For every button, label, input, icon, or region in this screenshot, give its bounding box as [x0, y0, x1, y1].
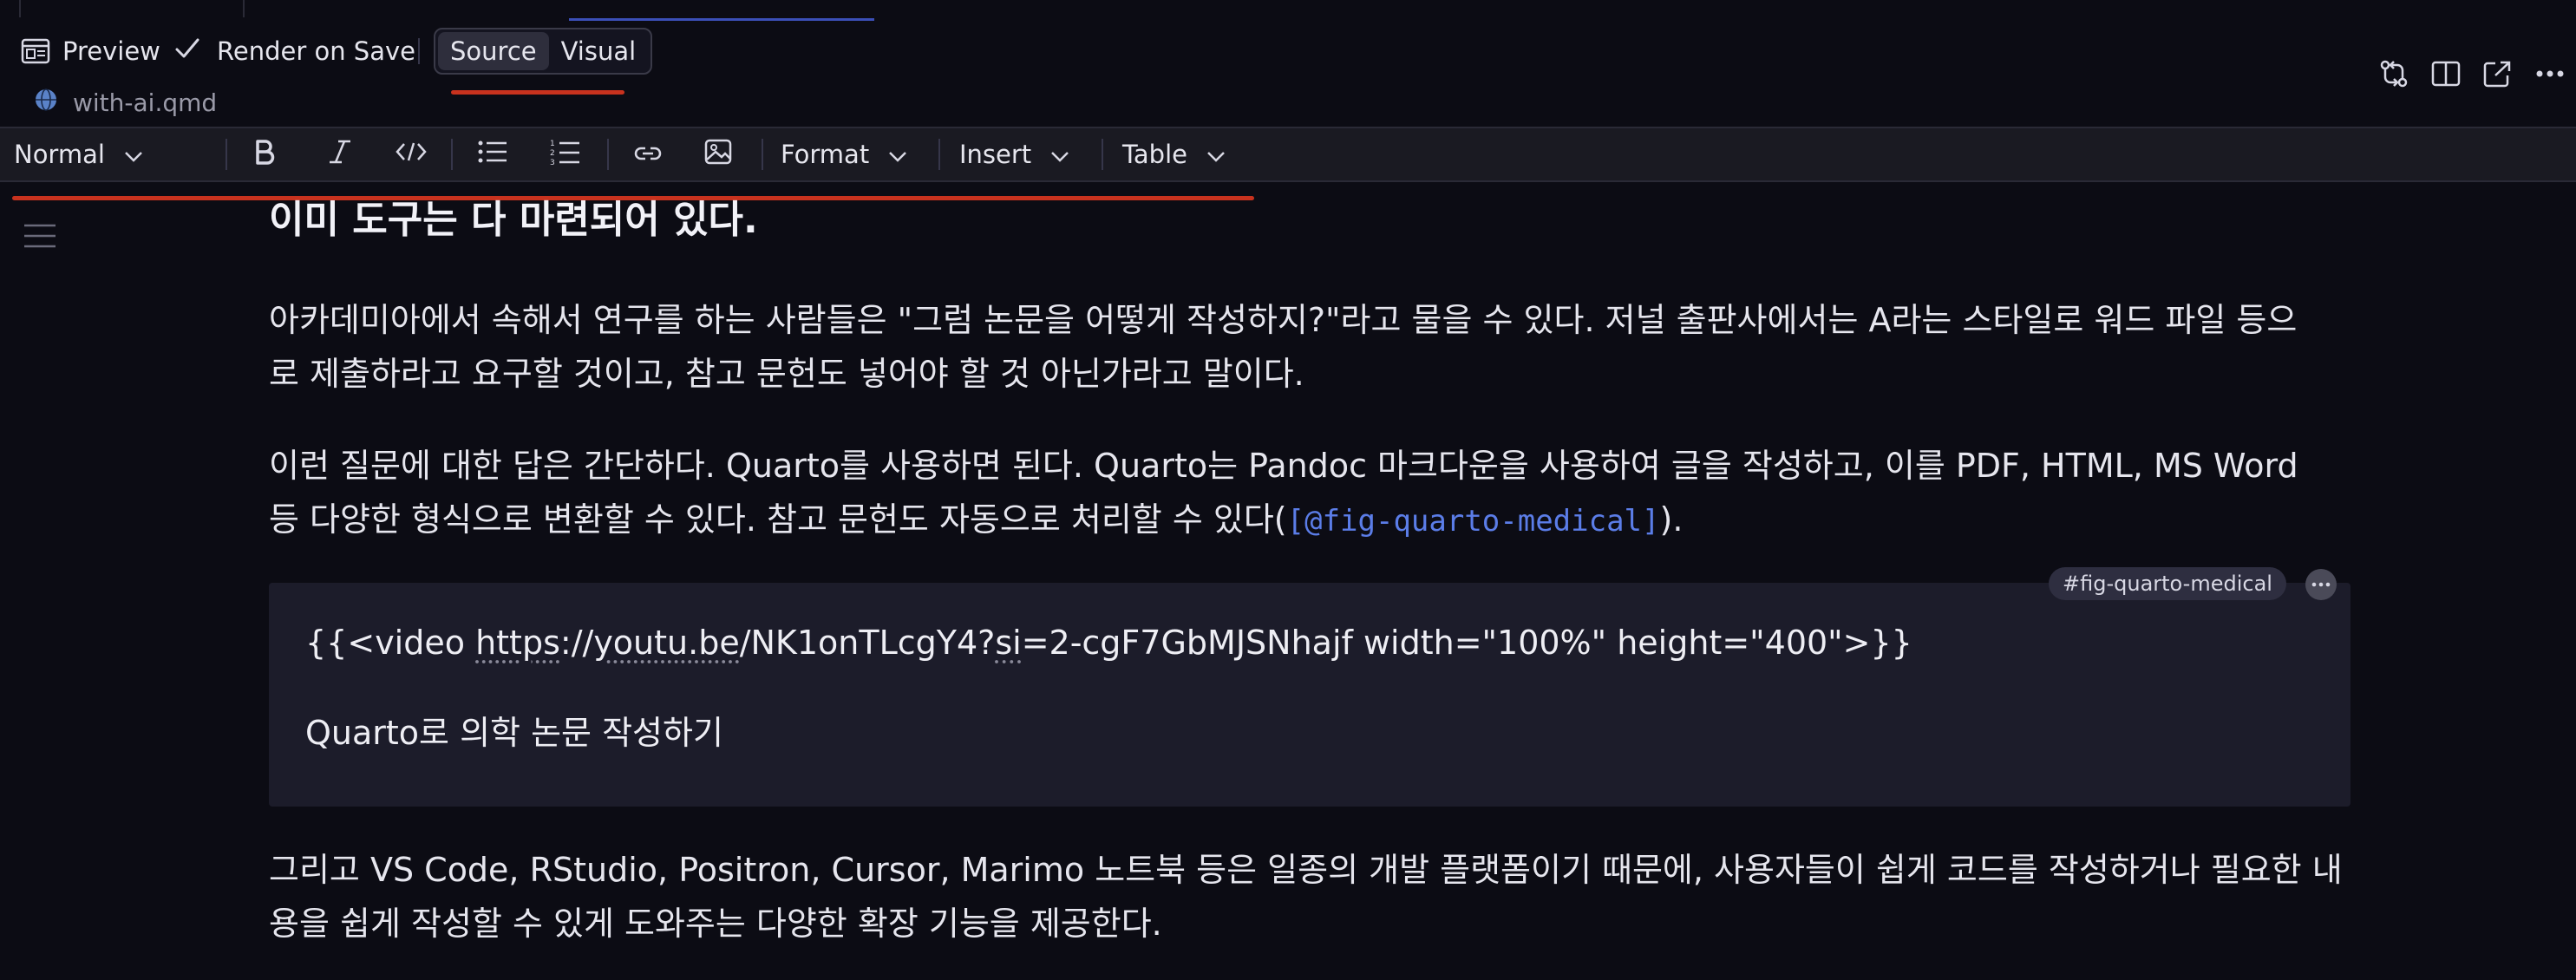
paragraph: 이런 질문에 대한 답은 간단하다. Quarto를 사용하면 된다. Quar…: [269, 439, 2350, 548]
paragraph-line: 그리고 VS Code, RStudio, Positron, Cursor, …: [269, 851, 2343, 889]
insert-link-button[interactable]: [633, 128, 663, 180]
numbered-list-button[interactable]: 1 2 3: [550, 128, 581, 180]
table-menu[interactable]: Table: [1122, 128, 1226, 180]
paragraph-line: 아카데미아에서 속해서 연구를 하는 사람들은 "그럼 논문을 어떻게 작성하지…: [269, 301, 2298, 339]
bold-button[interactable]: [253, 128, 276, 180]
svg-text:2: 2: [550, 149, 555, 158]
globe-icon: [35, 88, 57, 117]
split-editor-icon[interactable]: [2420, 45, 2472, 102]
bold-icon: [253, 139, 276, 171]
paragraph: 아카데미아에서 속해서 연구를 하는 사람들은 "그럼 논문을 어떻게 작성하지…: [269, 293, 2350, 401]
cross-reference[interactable]: [@fig-quarto-medical]: [1287, 504, 1660, 539]
italic-button[interactable]: [328, 128, 352, 180]
shortcode-text: /NK1onTLcgY4?: [739, 624, 996, 662]
shortcode-text: =2-cgF7GbMJSNhajf width="100%" height="4…: [1021, 624, 1912, 662]
svg-text:3: 3: [550, 159, 555, 166]
chevron-down-icon: [1050, 140, 1069, 169]
file-name: with-ai.qmd: [73, 88, 218, 117]
link-icon: [633, 140, 663, 169]
active-tab-indicator[interactable]: [569, 0, 874, 21]
more-options-icon[interactable]: [2305, 569, 2337, 600]
italic-icon: [328, 139, 352, 171]
paragraph: 그리고 VS Code, RStudio, Positron, Cursor, …: [269, 843, 2350, 951]
formatting-toolbar: Normal 1 2 3 Format Insert Table: [0, 127, 2576, 182]
annotation-underline: [451, 90, 624, 95]
paragraph-line: 등 다양한 형식으로 변환할 수 있다. 참고 문헌도 자동으로 처리할 수 있…: [269, 493, 2350, 548]
insert-menu[interactable]: Insert: [959, 128, 1069, 180]
render-on-save-label: Render on Save: [217, 36, 415, 66]
chevron-down-icon: [1206, 140, 1226, 169]
compare-changes-icon[interactable]: [2368, 45, 2420, 102]
preview-toolbar: Preview Render on Save Source Visual: [0, 23, 2576, 88]
image-icon: [704, 139, 732, 171]
figure-caption: Quarto로 의학 논문 작성하기: [305, 714, 723, 752]
paragraph-line: 이런 질문에 대한 답은 간단하다. Quarto를 사용하면 된다. Quar…: [269, 447, 2298, 485]
bullet-list-button[interactable]: [477, 128, 508, 180]
shortcode-text: youtu.be: [593, 624, 740, 662]
video-shortcode: {{<video https://youtu.be/NK1onTLcgY4?si…: [305, 619, 1912, 666]
preview-label: Preview: [62, 36, 160, 66]
tab-divider: [19, 0, 21, 17]
shortcode-text: {{<video: [305, 624, 476, 662]
check-icon: [173, 36, 201, 68]
heading-text: 이미 도구는 다 마련되어 있다.: [269, 198, 758, 242]
insert-menu-label: Insert: [959, 140, 1032, 169]
paragraph-line: 용을 쉽게 작성할 수 있게 도와주는 다양한 확장 기능을 제공한다.: [269, 905, 1162, 943]
table-menu-label: Table: [1122, 140, 1187, 169]
preview-icon: [21, 38, 50, 64]
outline-menu-icon[interactable]: [23, 222, 57, 253]
block-format-select[interactable]: Normal: [14, 128, 143, 180]
section-heading: 이미 도구는 다 마련되어 있다.: [269, 191, 2350, 252]
editor-mode-toggle: Source Visual: [434, 28, 652, 75]
insert-image-button[interactable]: [704, 128, 732, 180]
editor-actions: [2368, 45, 2576, 102]
more-actions-icon[interactable]: [2524, 45, 2576, 102]
tab-source[interactable]: Source: [438, 32, 549, 70]
paragraph-line: 로 제출하라고 요구할 것이고, 참고 문헌도 넣어야 할 것 아닌가라고 말이…: [269, 355, 1304, 393]
tab-strip: [0, 0, 2576, 23]
block-format-label: Normal: [14, 140, 105, 169]
format-menu[interactable]: Format: [781, 128, 907, 180]
bullet-list-icon: [477, 139, 508, 171]
divider: [762, 139, 763, 170]
code-icon: [396, 140, 427, 169]
chevron-down-icon: [888, 140, 907, 169]
chevron-down-icon: [124, 140, 143, 169]
divider: [938, 139, 940, 170]
tab-divider: [243, 0, 245, 17]
preview-button[interactable]: Preview: [21, 23, 160, 80]
shortcode-text: https: [475, 624, 560, 662]
tab-visual[interactable]: Visual: [549, 32, 649, 70]
divider: [1102, 139, 1103, 170]
divider: [607, 139, 609, 170]
divider: [226, 139, 227, 170]
breadcrumb[interactable]: with-ai.qmd: [0, 80, 217, 125]
svg-text:1: 1: [550, 140, 555, 148]
shortcode-text: si: [995, 624, 1022, 662]
numbered-list-icon: 1 2 3: [550, 138, 581, 172]
divider: [418, 38, 420, 64]
figure-id-badge[interactable]: #fig-quarto-medical: [2049, 567, 2286, 600]
code-button[interactable]: [396, 128, 427, 180]
figure-block[interactable]: {{<video https://youtu.be/NK1onTLcgY4?si…: [269, 583, 2350, 807]
shortcode-text: ://: [559, 624, 594, 662]
format-menu-label: Format: [781, 140, 870, 169]
divider: [451, 139, 453, 170]
paragraph-text: ).: [1659, 500, 1684, 539]
render-on-save-toggle[interactable]: Render on Save: [173, 23, 415, 80]
paragraph-text: 등 다양한 형식으로 변환할 수 있다. 참고 문헌도 자동으로 처리할 수 있…: [269, 500, 1287, 539]
open-external-icon[interactable]: [2472, 45, 2524, 102]
